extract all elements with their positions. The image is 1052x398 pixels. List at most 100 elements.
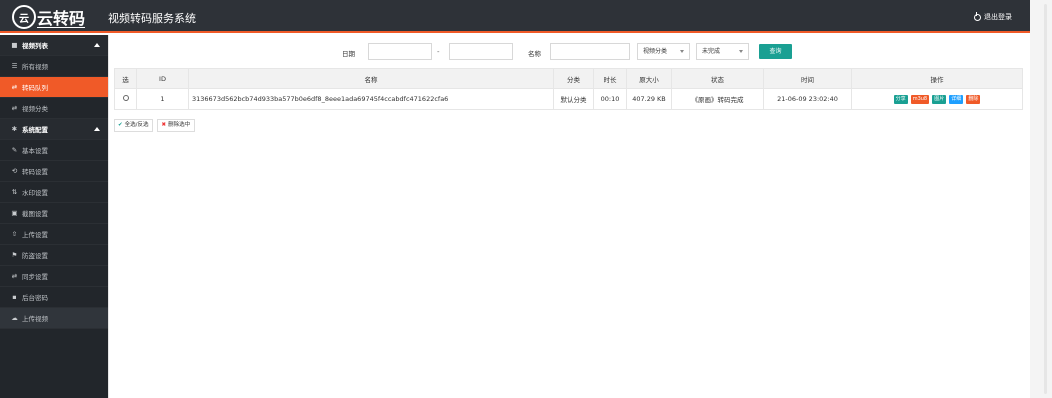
scrollbar[interactable] <box>1044 4 1047 394</box>
power-icon <box>974 12 981 21</box>
sidebar-item-admin-password[interactable]: ▪ 后台密码 <box>0 287 108 308</box>
sidebar-item-label: 所有视频 <box>22 63 48 71</box>
name-input[interactable] <box>550 43 630 60</box>
sidebar-item-video-category[interactable]: ⇄ 视频分类 <box>0 98 108 119</box>
table-row: 1 3136673d562bcb74d933ba577b0e6df8_8eee1… <box>114 88 1023 110</box>
sidebar-group-video-list[interactable]: ■ 视频列表 <box>0 35 108 56</box>
sidebar-item-label: 防盗设置 <box>22 252 48 260</box>
date-separator: - <box>437 48 440 56</box>
gear-icon: ✱ <box>11 124 18 133</box>
column-header: 时间 <box>763 68 852 89</box>
video-icon: ■ <box>11 40 18 49</box>
sidebar-item-screenshot-settings[interactable]: ▣ 截图设置 <box>0 203 108 224</box>
sidebar-item-label: 基本设置 <box>22 147 48 155</box>
bulk-actions: ✔ 全选/反选 ✖ 删除选中 <box>114 119 199 132</box>
select-all-label: 全选/反选 <box>124 122 149 128</box>
sidebar-item-all-videos[interactable]: ☰ 所有视频 <box>0 56 108 77</box>
close-icon: ✖ <box>161 122 167 128</box>
check-icon: ✔ <box>118 122 123 128</box>
column-header: ID <box>136 68 189 89</box>
column-header: 名称 <box>188 68 554 89</box>
m3u8-button[interactable]: m3u8 <box>910 95 930 104</box>
logo-mark-icon: 云 <box>12 5 36 29</box>
app-title: 视频转码服务系统 <box>108 12 196 25</box>
image-icon: ▣ <box>11 208 18 217</box>
top-bar: 云 云转码 视频转码服务系统 退出登录 <box>0 0 1030 33</box>
sidebar-item-label: 上传视频 <box>22 315 48 323</box>
exchange-icon: ⇄ <box>11 103 18 112</box>
sidebar-group-system-config[interactable]: ✱ 系统配置 <box>0 119 108 140</box>
chevron-down-icon <box>739 50 743 53</box>
date-label: 日期 <box>342 50 355 58</box>
sidebar-item-upload-video[interactable]: ☁ 上传视频 <box>0 308 108 329</box>
exchange-icon: ⇄ <box>11 82 18 91</box>
sidebar-item-label: 上传设置 <box>22 231 48 239</box>
sidebar-item-basic-settings[interactable]: ✎ 基本设置 <box>0 140 108 161</box>
main-content: 日期 - 名称 视频分类 未完成 查询 选 ID 名称 分类 时长 原大小 状态… <box>108 35 1030 398</box>
size-cell: 407.29 KB <box>626 88 672 110</box>
logo-text: 云转码 <box>37 9 86 28</box>
sidebar-item-label: 转码设置 <box>22 168 48 176</box>
sidebar-item-watermark-settings[interactable]: ⇅ 水印设置 <box>0 182 108 203</box>
query-button[interactable]: 查询 <box>759 44 792 59</box>
share-button[interactable]: 分享 <box>893 95 908 104</box>
row-select-radio[interactable] <box>122 95 129 101</box>
date-start-input[interactable] <box>368 43 432 60</box>
column-header: 选 <box>114 68 137 89</box>
status-select-value: 未完成 <box>702 48 721 55</box>
sidebar-item-label: 截图设置 <box>22 210 48 218</box>
list-icon: ☰ <box>11 61 18 70</box>
cloud-upload-icon: ☁ <box>11 313 18 322</box>
flag-icon: ⚑ <box>11 250 18 259</box>
page-scroll-area <box>1030 0 1052 398</box>
status-cell: 《原画》转码完成 <box>671 88 764 110</box>
column-header: 原大小 <box>626 68 672 89</box>
image-button[interactable]: 图片 <box>932 95 947 104</box>
sidebar-item-sync-settings[interactable]: ⇄ 同步设置 <box>0 266 108 287</box>
caret-up-icon <box>94 43 100 47</box>
time-cell: 21-06-09 23:02:40 <box>763 88 852 110</box>
filter-bar: 日期 - 名称 视频分类 未完成 查询 <box>109 43 1031 61</box>
date-end-input[interactable] <box>449 43 513 60</box>
delete-button[interactable]: 删除 <box>966 95 981 104</box>
edit-icon: ✎ <box>11 145 18 154</box>
name-cell: 3136673d562bcb74d933ba577b0e6df8_8eee1ad… <box>188 88 554 110</box>
sidebar: ■ 视频列表 ☰ 所有视频 ⇄ 转码队列 ⇄ 视频分类 ✱ 系统配置 ✎ 基本设… <box>0 35 108 398</box>
status-select[interactable]: 未完成 <box>696 43 749 60</box>
sidebar-item-antileech-settings[interactable]: ⚑ 防盗设置 <box>0 245 108 266</box>
duration-cell: 00:10 <box>593 88 627 110</box>
sidebar-item-label: 视频分类 <box>22 105 48 113</box>
logout-button[interactable]: 退出登录 <box>974 12 1012 22</box>
sidebar-item-label: 转码队列 <box>22 84 48 92</box>
upload-icon: ⇧ <box>11 229 18 238</box>
logo[interactable]: 云 云转码 <box>12 4 85 30</box>
chevron-down-icon <box>680 50 684 53</box>
sidebar-item-transcode-settings[interactable]: ⟲ 转码设置 <box>0 161 108 182</box>
sidebar-item-upload-settings[interactable]: ⇧ 上传设置 <box>0 224 108 245</box>
delete-selected-button[interactable]: ✖ 删除选中 <box>157 119 196 132</box>
name-label: 名称 <box>528 50 541 58</box>
delete-selected-label: 删除选中 <box>168 122 191 128</box>
column-header: 操作 <box>851 68 1023 89</box>
sidebar-item-label: 同步设置 <box>22 273 48 281</box>
app-window: 云 云转码 视频转码服务系统 退出登录 ■ 视频列表 ☰ 所有视频 ⇄ 转码队列… <box>0 0 1030 398</box>
column-header: 状态 <box>671 68 764 89</box>
category-select-value: 视频分类 <box>643 48 668 55</box>
category-cell: 默认分类 <box>553 88 594 110</box>
logout-label: 退出登录 <box>984 13 1012 21</box>
sidebar-item-label: 后台密码 <box>22 294 48 302</box>
id-cell: 1 <box>136 88 189 110</box>
caret-up-icon <box>94 127 100 131</box>
sync-icon: ⟲ <box>11 166 18 175</box>
category-select[interactable]: 视频分类 <box>637 43 690 60</box>
select-all-button[interactable]: ✔ 全选/反选 <box>114 119 154 132</box>
lock-icon: ▪ <box>12 292 17 301</box>
column-header: 时长 <box>593 68 627 89</box>
sidebar-item-transcode-queue[interactable]: ⇄ 转码队列 <box>0 77 108 98</box>
actions-cell: 分享 m3u8 图片 详细 删除 <box>851 88 1023 110</box>
detail-button[interactable]: 详细 <box>949 95 964 104</box>
video-table: 选 ID 名称 分类 时长 原大小 状态 时间 操作 1 3136673d562… <box>114 68 1023 110</box>
column-header: 分类 <box>553 68 594 89</box>
sort-icon: ⇅ <box>11 187 18 196</box>
exchange-icon: ⇄ <box>11 271 18 280</box>
